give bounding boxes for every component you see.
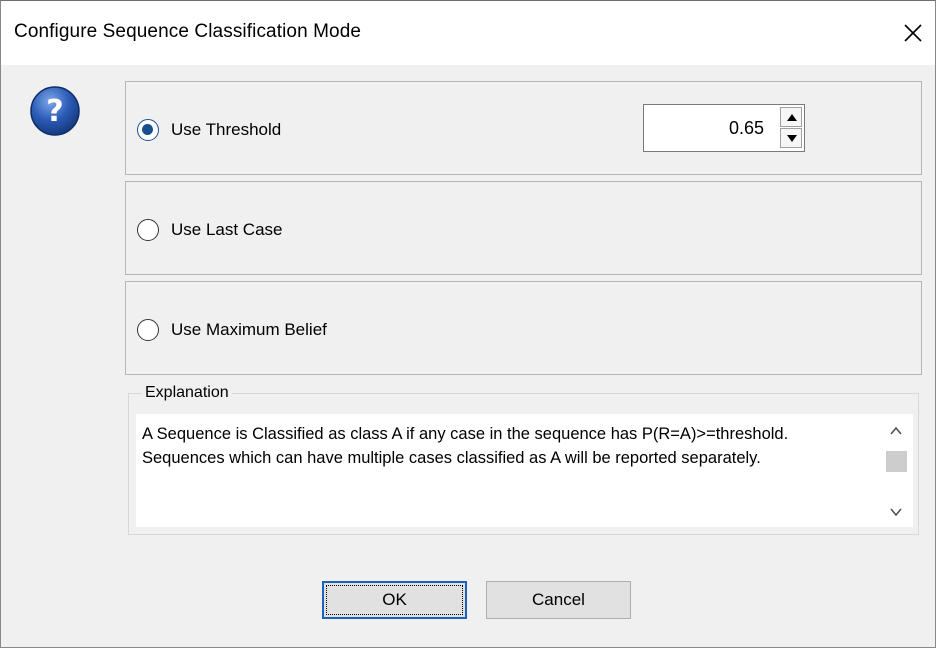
threshold-spinner[interactable]: 0.65 [643, 104, 805, 152]
option-panel-threshold: Use Threshold 0.65 [125, 81, 922, 175]
scroll-down-icon[interactable] [889, 505, 903, 519]
spin-up-icon[interactable] [780, 107, 802, 127]
scroll-thumb[interactable] [886, 451, 907, 472]
question-icon: ? [30, 86, 80, 136]
ok-button[interactable]: OK [322, 581, 467, 619]
explanation-text[interactable]: A Sequence is Classified as class A if a… [136, 414, 880, 527]
option-panel-last-case: Use Last Case [125, 181, 922, 275]
last-case-option-label[interactable]: Use Last Case [171, 220, 283, 240]
scroll-up-icon[interactable] [889, 424, 903, 438]
last-case-radio[interactable] [137, 219, 159, 241]
title-bar: Configure Sequence Classification Mode [1, 1, 935, 65]
threshold-value[interactable]: 0.65 [729, 118, 764, 139]
explanation-group: Explanation A Sequence is Classified as … [128, 384, 919, 535]
dialog-body: ? Use Threshold 0.65 Use Last Case Use M… [1, 65, 935, 647]
cancel-button[interactable]: Cancel [486, 581, 631, 619]
svg-text:?: ? [46, 94, 63, 129]
cancel-button-label: Cancel [532, 590, 585, 609]
maximum-belief-radio[interactable] [137, 319, 159, 341]
explanation-scrollbar[interactable] [880, 414, 913, 527]
dialog-window: Configure Sequence Classification Mode ?… [0, 0, 936, 648]
dialog-title: Configure Sequence Classification Mode [14, 21, 362, 42]
threshold-radio[interactable] [137, 119, 159, 141]
focus-ring [326, 585, 463, 615]
explanation-label: Explanation [142, 384, 232, 402]
maximum-belief-option-label[interactable]: Use Maximum Belief [171, 320, 327, 340]
option-panel-maximum-belief: Use Maximum Belief [125, 281, 922, 375]
spin-down-icon[interactable] [780, 128, 802, 148]
close-icon[interactable] [900, 20, 926, 46]
threshold-option-label[interactable]: Use Threshold [171, 120, 281, 140]
